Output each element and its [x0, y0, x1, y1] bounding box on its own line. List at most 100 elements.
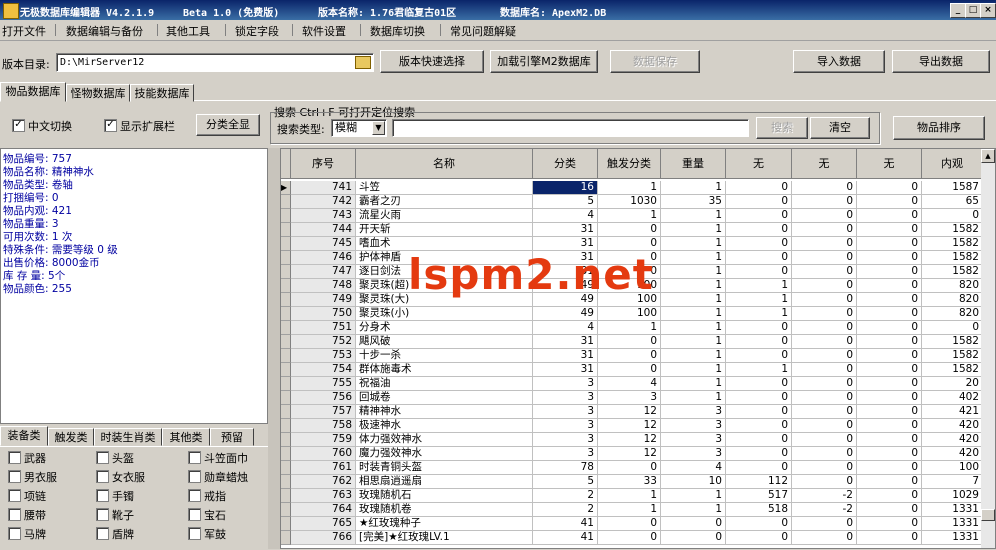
table-cell[interactable]: 31 [533, 223, 598, 237]
table-cell[interactable]: 760 [291, 447, 356, 461]
table-cell[interactable]: 1 [661, 335, 726, 349]
table-cell[interactable]: 741 [291, 181, 356, 195]
table-cell[interactable]: 753 [291, 349, 356, 363]
close-button[interactable]: × [980, 3, 996, 18]
table-cell[interactable]: 0 [661, 531, 726, 545]
column-header[interactable]: 名称 [356, 149, 533, 179]
column-header[interactable]: 重量 [661, 149, 726, 179]
table-cell[interactable]: 743 [291, 209, 356, 223]
table-cell[interactable]: 0 [598, 349, 661, 363]
row-indicator[interactable] [281, 335, 291, 349]
table-cell[interactable]: 12 [598, 419, 661, 433]
table-cell[interactable]: 0 [792, 209, 857, 223]
show-all-button[interactable]: 分类全显 [196, 114, 260, 136]
table-cell[interactable]: 0 [792, 377, 857, 391]
table-cell[interactable]: 1 [661, 293, 726, 307]
table-cell[interactable]: 0 [857, 405, 922, 419]
items-grid[interactable]: 序号 名称 分类 触发分类 重量无无无内观 ▶ 741 斗笠 16 1 1 0 0 0 1587 742 霸者… [280, 148, 996, 549]
table-cell[interactable]: 0 [598, 461, 661, 475]
table-cell[interactable]: 1582 [922, 335, 983, 349]
table-cell[interactable]: 3 [533, 419, 598, 433]
table-cell[interactable]: 3 [598, 391, 661, 405]
row-indicator[interactable] [281, 489, 291, 503]
table-cell[interactable]: 746 [291, 251, 356, 265]
table-cell[interactable]: 1 [661, 377, 726, 391]
table-cell[interactable]: 5 [533, 195, 598, 209]
table-cell[interactable]: 0 [792, 195, 857, 209]
clear-button[interactable]: 清空 [810, 117, 870, 139]
column-header[interactable]: 无 [792, 149, 857, 179]
quick-select-button[interactable]: 版本快速选择 [380, 50, 484, 73]
table-cell[interactable]: 0 [598, 223, 661, 237]
table-cell[interactable]: 0 [792, 251, 857, 265]
table-cell[interactable]: 分身术 [356, 321, 533, 335]
row-indicator[interactable] [281, 363, 291, 377]
table-cell[interactable]: 1 [661, 251, 726, 265]
table-cell[interactable]: 31 [533, 335, 598, 349]
table-cell[interactable]: 0 [857, 181, 922, 195]
table-cell[interactable]: 0 [598, 237, 661, 251]
table-cell[interactable]: 0 [726, 447, 792, 461]
column-header[interactable]: 无 [857, 149, 922, 179]
table-cell[interactable]: 体力强效神水 [356, 433, 533, 447]
table-cell[interactable]: 4 [661, 461, 726, 475]
table-cell[interactable]: 0 [922, 321, 983, 335]
table-cell[interactable]: 0 [857, 223, 922, 237]
table-cell[interactable]: 流星火雨 [356, 209, 533, 223]
table-cell[interactable]: 764 [291, 503, 356, 517]
table-cell[interactable]: 759 [291, 433, 356, 447]
chinese-toggle-checkbox[interactable]: ✓ [12, 119, 25, 132]
table-cell[interactable]: 4 [598, 377, 661, 391]
table-cell[interactable]: 518 [726, 503, 792, 517]
search-input[interactable] [392, 119, 749, 137]
table-cell[interactable]: 517 [726, 489, 792, 503]
table-cell[interactable]: 0 [792, 363, 857, 377]
table-cell[interactable]: 0 [726, 209, 792, 223]
table-cell[interactable]: 421 [922, 405, 983, 419]
table-cell[interactable]: 0 [792, 391, 857, 405]
table-cell[interactable]: 0 [726, 391, 792, 405]
table-cell[interactable]: 1 [598, 181, 661, 195]
table-cell[interactable]: 相思扇逍遥扇 [356, 475, 533, 489]
category-checkbox[interactable] [96, 527, 109, 540]
table-cell[interactable]: 1 [661, 489, 726, 503]
table-cell[interactable]: 1 [661, 209, 726, 223]
table-cell[interactable]: 1 [661, 265, 726, 279]
column-header[interactable]: 序号 [291, 149, 356, 179]
table-cell[interactable]: 0 [726, 265, 792, 279]
table-cell[interactable]: 0 [726, 237, 792, 251]
table-cell[interactable]: 0 [792, 475, 857, 489]
table-cell[interactable]: 0 [598, 335, 661, 349]
table-cell[interactable]: 420 [922, 419, 983, 433]
table-cell[interactable]: 3 [661, 405, 726, 419]
table-cell[interactable]: 750 [291, 307, 356, 321]
menu-faq[interactable]: 常见问题解疑 [450, 23, 516, 39]
row-indicator[interactable] [281, 223, 291, 237]
table-cell[interactable]: 756 [291, 391, 356, 405]
table-cell[interactable]: 0 [792, 335, 857, 349]
row-indicator[interactable] [281, 475, 291, 489]
table-cell[interactable]: 742 [291, 195, 356, 209]
table-cell[interactable]: 31 [533, 349, 598, 363]
table-cell[interactable]: 1 [661, 223, 726, 237]
table-cell[interactable]: 开天斩 [356, 223, 533, 237]
table-cell[interactable]: 0 [792, 307, 857, 321]
table-cell[interactable]: 0 [726, 349, 792, 363]
table-cell[interactable]: 1582 [922, 349, 983, 363]
table-cell[interactable]: 0 [598, 517, 661, 531]
table-cell[interactable]: 1 [598, 489, 661, 503]
table-cell[interactable]: 3 [661, 447, 726, 461]
tab-item-db[interactable]: 物品数据库 [0, 82, 66, 102]
table-cell[interactable]: 31 [533, 363, 598, 377]
table-cell[interactable]: 3 [533, 377, 598, 391]
table-cell[interactable]: 748 [291, 279, 356, 293]
table-cell[interactable]: 1 [661, 349, 726, 363]
table-cell[interactable]: 0 [857, 419, 922, 433]
table-cell[interactable]: 1 [598, 321, 661, 335]
table-cell[interactable]: 精神神水 [356, 405, 533, 419]
menu-db-switch[interactable]: 数据库切换 [370, 23, 425, 39]
table-cell[interactable]: 1030 [598, 195, 661, 209]
load-engine-button[interactable]: 加载引擎M2数据库 [490, 50, 598, 73]
row-indicator[interactable] [281, 391, 291, 405]
table-cell[interactable]: 0 [598, 363, 661, 377]
